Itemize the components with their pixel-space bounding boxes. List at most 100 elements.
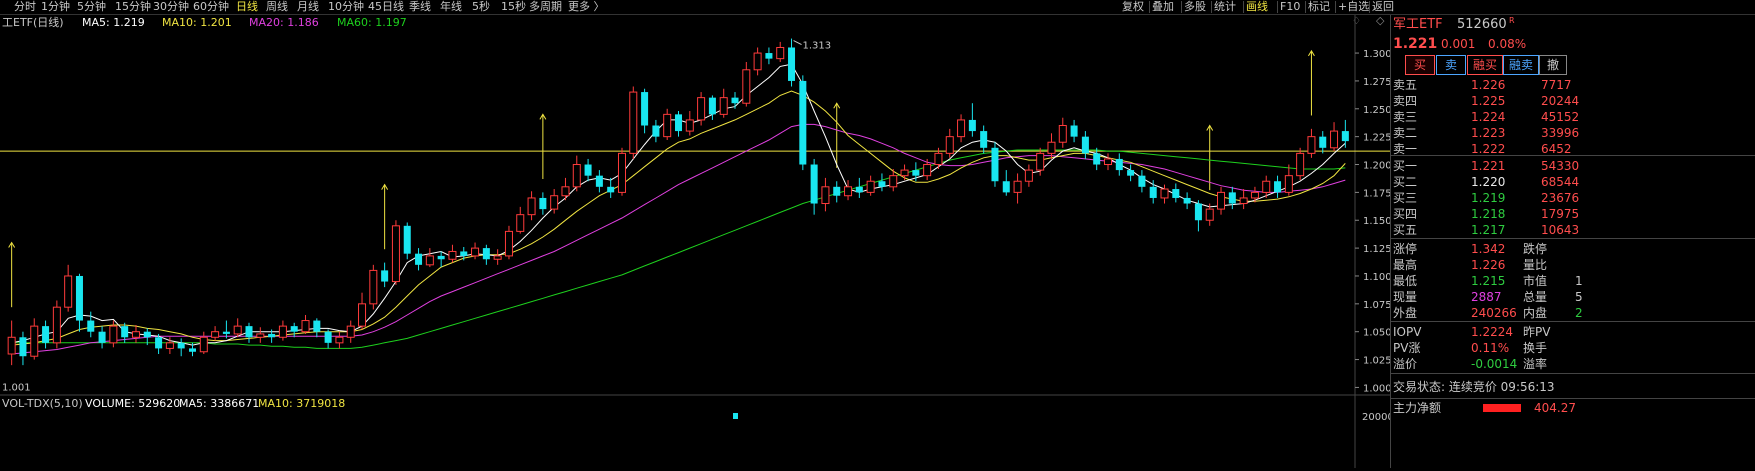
candle-body-down xyxy=(177,342,185,349)
settings-icon[interactable]: ♢ xyxy=(1352,16,1361,27)
candle-body-down xyxy=(87,320,95,332)
bid-row[interactable]: 买四 1.218 17975 xyxy=(1391,206,1755,222)
period-0[interactable]: 分时 xyxy=(14,0,36,14)
bid-row[interactable]: 买一 1.221 54330 xyxy=(1391,158,1755,174)
candle-body-up xyxy=(1058,125,1067,143)
candle-body-down xyxy=(799,80,807,165)
stat-label: 最低 xyxy=(1393,274,1418,288)
candle-body-up xyxy=(1013,180,1022,193)
margin-sell-button[interactable]: 融卖 xyxy=(1503,55,1539,75)
kline-chart-area[interactable]: 工ETF(日线) MA5: 1.219 MA10: 1.201 MA20: 1.… xyxy=(0,14,1394,468)
period-1[interactable]: 1分钟 xyxy=(41,0,70,14)
ask-row[interactable]: 卖五 1.226 7717 xyxy=(1391,77,1755,93)
ask-row[interactable]: 卖三 1.224 45152 xyxy=(1391,109,1755,125)
kline-chart[interactable]: 工ETF(日线) MA5: 1.219 MA10: 1.201 MA20: 1.… xyxy=(0,14,1394,468)
period-6[interactable]: 日线 xyxy=(236,0,258,14)
candle-body-up xyxy=(516,214,525,232)
period-2[interactable]: 5分钟 xyxy=(77,0,106,14)
tool-separator xyxy=(1149,1,1150,13)
bid-label: 买一 xyxy=(1393,159,1418,173)
stat-value: 2887 xyxy=(1471,290,1502,304)
tool-1[interactable]: 叠加 xyxy=(1152,0,1174,14)
candle-body-up xyxy=(889,175,898,188)
diamond-icon[interactable]: ◇ xyxy=(1376,14,1385,27)
candle-body-down xyxy=(268,333,276,338)
candle-body-up xyxy=(233,325,242,335)
moving-average-lines xyxy=(11,63,1346,355)
ask-row[interactable]: 卖四 1.225 20244 xyxy=(1391,93,1755,109)
period-16[interactable]: 更多 〉 xyxy=(568,0,605,14)
candle-body-up xyxy=(1036,152,1045,171)
tool-0[interactable]: 复权 xyxy=(1122,0,1144,14)
bid-row[interactable]: 买二 1.220 68544 xyxy=(1391,174,1755,190)
stat-label: 外盘 xyxy=(1393,306,1418,320)
candle-body-up xyxy=(561,186,570,197)
iopv-label-2: 换手 xyxy=(1523,341,1548,355)
bid-volume: 68544 xyxy=(1541,175,1580,189)
period-10[interactable]: 45日线 xyxy=(368,0,404,14)
buy-button[interactable]: 买 xyxy=(1405,55,1435,75)
period-5[interactable]: 60分钟 xyxy=(193,0,229,14)
period-9[interactable]: 10分钟 xyxy=(328,0,364,14)
ask-label: 卖五 xyxy=(1393,78,1418,92)
stat-label-2: 量比 xyxy=(1523,258,1548,272)
candle-body-down xyxy=(460,251,468,256)
candle-body-up xyxy=(1330,130,1339,149)
stat-row[interactable]: 现量 2887 总量 5 xyxy=(1391,289,1755,305)
iopv-row[interactable]: 溢价 -0.0014 溢率 xyxy=(1391,356,1755,372)
tool-2[interactable]: 多股 xyxy=(1184,0,1206,14)
stat-row[interactable]: 最低 1.215 市值 1 xyxy=(1391,273,1755,289)
period-15[interactable]: 多周期 xyxy=(529,0,562,14)
margin-buy-button[interactable]: 融买 xyxy=(1467,55,1503,75)
period-3[interactable]: 15分钟 xyxy=(115,0,151,14)
ask-price: 1.224 xyxy=(1471,110,1506,124)
bid-price: 1.220 xyxy=(1471,175,1506,189)
iopv-row[interactable]: PV涨 0.11% 换手 xyxy=(1391,340,1755,356)
candle-body-down xyxy=(290,326,298,332)
candle-body-up xyxy=(617,152,626,193)
bid-row[interactable]: 买五 1.217 10643 xyxy=(1391,222,1755,238)
iopv-row[interactable]: IOPV 1.2224 昨PV xyxy=(1391,324,1755,340)
tool-7[interactable]: +自选 xyxy=(1338,0,1369,14)
period-8[interactable]: 月线 xyxy=(297,0,319,14)
candle-body-down xyxy=(1274,181,1282,193)
ask-row[interactable]: 卖二 1.223 33996 xyxy=(1391,125,1755,141)
period-11[interactable]: 季线 xyxy=(409,0,431,14)
volume-legend: VOL-TDX(5,10) VOLUME: 529620 MA5: 338667… xyxy=(2,397,345,410)
iopv-label: IOPV xyxy=(1393,325,1422,339)
period-14[interactable]: 15秒 xyxy=(501,0,526,14)
candle-body-up xyxy=(1047,141,1056,154)
stat-row[interactable]: 外盘 240266 内盘 2 xyxy=(1391,305,1755,321)
candle-body-up xyxy=(527,197,536,216)
y-tick-label: 1.275 xyxy=(1363,77,1390,88)
ask-volume: 45152 xyxy=(1541,110,1580,124)
price-change-pct: 0.08% xyxy=(1488,37,1527,51)
tool-8[interactable]: 返回 xyxy=(1372,0,1394,14)
stat-row[interactable]: 涨停 1.342 跌停 xyxy=(1391,241,1755,257)
bid-volume: 17975 xyxy=(1541,207,1580,221)
candle-body-up xyxy=(109,325,118,344)
iopv-label: PV涨 xyxy=(1393,341,1421,355)
stat-value: 240266 xyxy=(1471,306,1517,320)
iopv-value: -0.0014 xyxy=(1471,357,1518,371)
sell-button[interactable]: 卖 xyxy=(1436,55,1466,75)
candle-body-up xyxy=(30,325,39,357)
tool-5[interactable]: F10 xyxy=(1280,0,1300,14)
tool-6[interactable]: 标记 xyxy=(1308,0,1330,14)
period-4[interactable]: 30分钟 xyxy=(153,0,189,14)
period-13[interactable]: 5秒 xyxy=(472,0,490,14)
period-12[interactable]: 年线 xyxy=(440,0,462,14)
candle-body-down xyxy=(731,97,739,104)
vol-ma10: MA10: 3719018 xyxy=(258,397,345,410)
stat-row[interactable]: 最高 1.226 量比 xyxy=(1391,257,1755,273)
period-7[interactable]: 周线 xyxy=(266,0,288,14)
tool-4[interactable]: 画线 xyxy=(1246,0,1268,14)
candle-body-up xyxy=(1217,191,1226,210)
ask-price: 1.223 xyxy=(1471,126,1506,140)
tool-3[interactable]: 统计 xyxy=(1214,0,1236,14)
cancel-order-button[interactable]: 撤 xyxy=(1539,55,1567,75)
candle-body-up xyxy=(866,180,875,193)
bid-row[interactable]: 买三 1.219 23676 xyxy=(1391,190,1755,206)
candle-body-up xyxy=(52,306,61,344)
candle-body-up xyxy=(934,152,943,166)
